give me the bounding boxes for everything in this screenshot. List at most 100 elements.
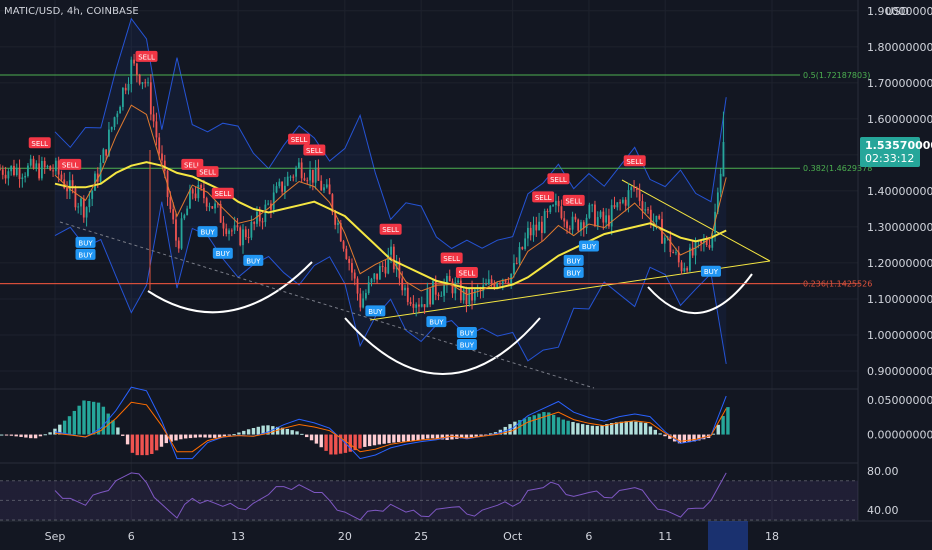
- candle-body: [43, 160, 46, 168]
- candle-body: [594, 204, 596, 227]
- candle-body: [535, 224, 538, 231]
- buy-label: BUY: [78, 239, 93, 247]
- macd-bar: [38, 434, 43, 437]
- candle-body: [161, 153, 163, 161]
- macd-bar: [358, 434, 362, 449]
- candle-body: [0, 169, 1, 171]
- candle-body: [655, 215, 658, 222]
- candle-body: [621, 199, 624, 203]
- sell-label: SELL: [31, 140, 48, 148]
- candle-body: [172, 209, 175, 220]
- candle-body: [77, 206, 80, 208]
- candle-body: [236, 225, 239, 228]
- macd-bar: [290, 430, 294, 435]
- candle-body: [264, 204, 267, 222]
- macd-bar: [682, 434, 687, 443]
- candle-body: [85, 207, 88, 218]
- candle-body: [325, 184, 328, 188]
- macd-bar: [624, 421, 628, 435]
- macd-bar: [643, 423, 648, 435]
- candle-body: [147, 82, 149, 84]
- candle-body: [211, 206, 214, 209]
- candle-body: [627, 190, 630, 206]
- macd-bar: [246, 429, 251, 435]
- candle-body: [113, 117, 116, 127]
- macd-bar: [121, 434, 125, 436]
- candle-body: [404, 287, 406, 291]
- candle-body: [130, 59, 133, 85]
- candle-body: [370, 278, 373, 283]
- candle-body: [49, 165, 52, 171]
- macd-bar: [556, 417, 561, 435]
- candle-body: [563, 218, 566, 222]
- candle-body: [647, 209, 649, 211]
- candle-body: [4, 174, 7, 179]
- currency-label[interactable]: USD: [885, 5, 909, 18]
- macd-bar: [135, 434, 139, 456]
- buy-label: BUY: [200, 229, 215, 237]
- sell-label: SELL: [550, 176, 567, 184]
- macd-bar: [300, 433, 304, 435]
- sell-label: SELL: [535, 194, 552, 202]
- macd-tick-label: 0.05000000: [867, 394, 932, 407]
- candle-body: [225, 228, 228, 234]
- candle-body: [602, 211, 605, 223]
- macd-bar: [397, 434, 401, 443]
- candle-body: [306, 180, 309, 182]
- candle-body: [149, 82, 152, 115]
- candle-body: [426, 288, 429, 308]
- candle-body: [88, 198, 91, 208]
- price-axis[interactable]: 1.900000001.800000001.700000001.60000000…: [867, 5, 932, 517]
- candle-body: [432, 280, 434, 305]
- candle-body: [574, 216, 577, 220]
- candle-body: [275, 186, 278, 193]
- buy-label: BUY: [704, 268, 719, 276]
- trading-chart[interactable]: 0.5(1.72187803)0.382(1.46293780.236(1.14…: [0, 0, 932, 550]
- macd-bar: [658, 433, 662, 435]
- price-tick-label: 1.80000000: [867, 41, 932, 54]
- candle-body: [392, 246, 395, 270]
- macd-bar: [203, 434, 207, 438]
- candle-body: [286, 176, 289, 186]
- candle-body: [194, 193, 197, 199]
- buy-label: BUY: [216, 250, 231, 258]
- candle-body: [351, 263, 353, 273]
- candle-body: [105, 149, 108, 156]
- candle-body: [52, 170, 54, 172]
- macd-bar: [430, 434, 435, 439]
- candle-body: [35, 163, 38, 169]
- candle-body: [278, 181, 281, 187]
- time-tick-label: 6: [585, 530, 592, 543]
- macd-bar: [251, 428, 256, 435]
- buy-label: BUY: [567, 257, 582, 265]
- macd-bar: [198, 434, 202, 438]
- candle-body: [152, 114, 155, 122]
- macd-bar: [426, 434, 430, 439]
- macd-bar: [0, 434, 4, 436]
- candle-body: [686, 268, 689, 271]
- candle-body: [524, 238, 527, 249]
- sell-label: SELL: [214, 190, 231, 198]
- candle-body: [546, 211, 549, 213]
- candle-body: [529, 227, 532, 236]
- candle-body: [353, 272, 356, 279]
- candle-body: [91, 190, 94, 199]
- macd-pane: [0, 386, 730, 460]
- candle-body: [462, 289, 465, 301]
- price-tick-label: 1.60000000: [867, 113, 932, 126]
- candle-body: [175, 219, 177, 241]
- price-tick-label: 1.30000000: [867, 221, 932, 234]
- candle-body: [21, 177, 24, 180]
- buy-label: BUY: [78, 251, 93, 259]
- candle-body: [473, 289, 476, 301]
- time-axis[interactable]: Sep 6 13 20 25 Oct 6 11 18: [45, 530, 779, 543]
- candle-body: [518, 247, 521, 264]
- sell-label: SELL: [62, 161, 79, 169]
- macd-bar: [522, 418, 527, 435]
- time-tick-label: 13: [231, 530, 245, 543]
- candle-body: [641, 201, 644, 211]
- candle-body: [613, 205, 616, 208]
- candle-body: [513, 263, 515, 274]
- price-tick-label: 1.00000000: [867, 329, 932, 342]
- candle-body: [719, 173, 722, 193]
